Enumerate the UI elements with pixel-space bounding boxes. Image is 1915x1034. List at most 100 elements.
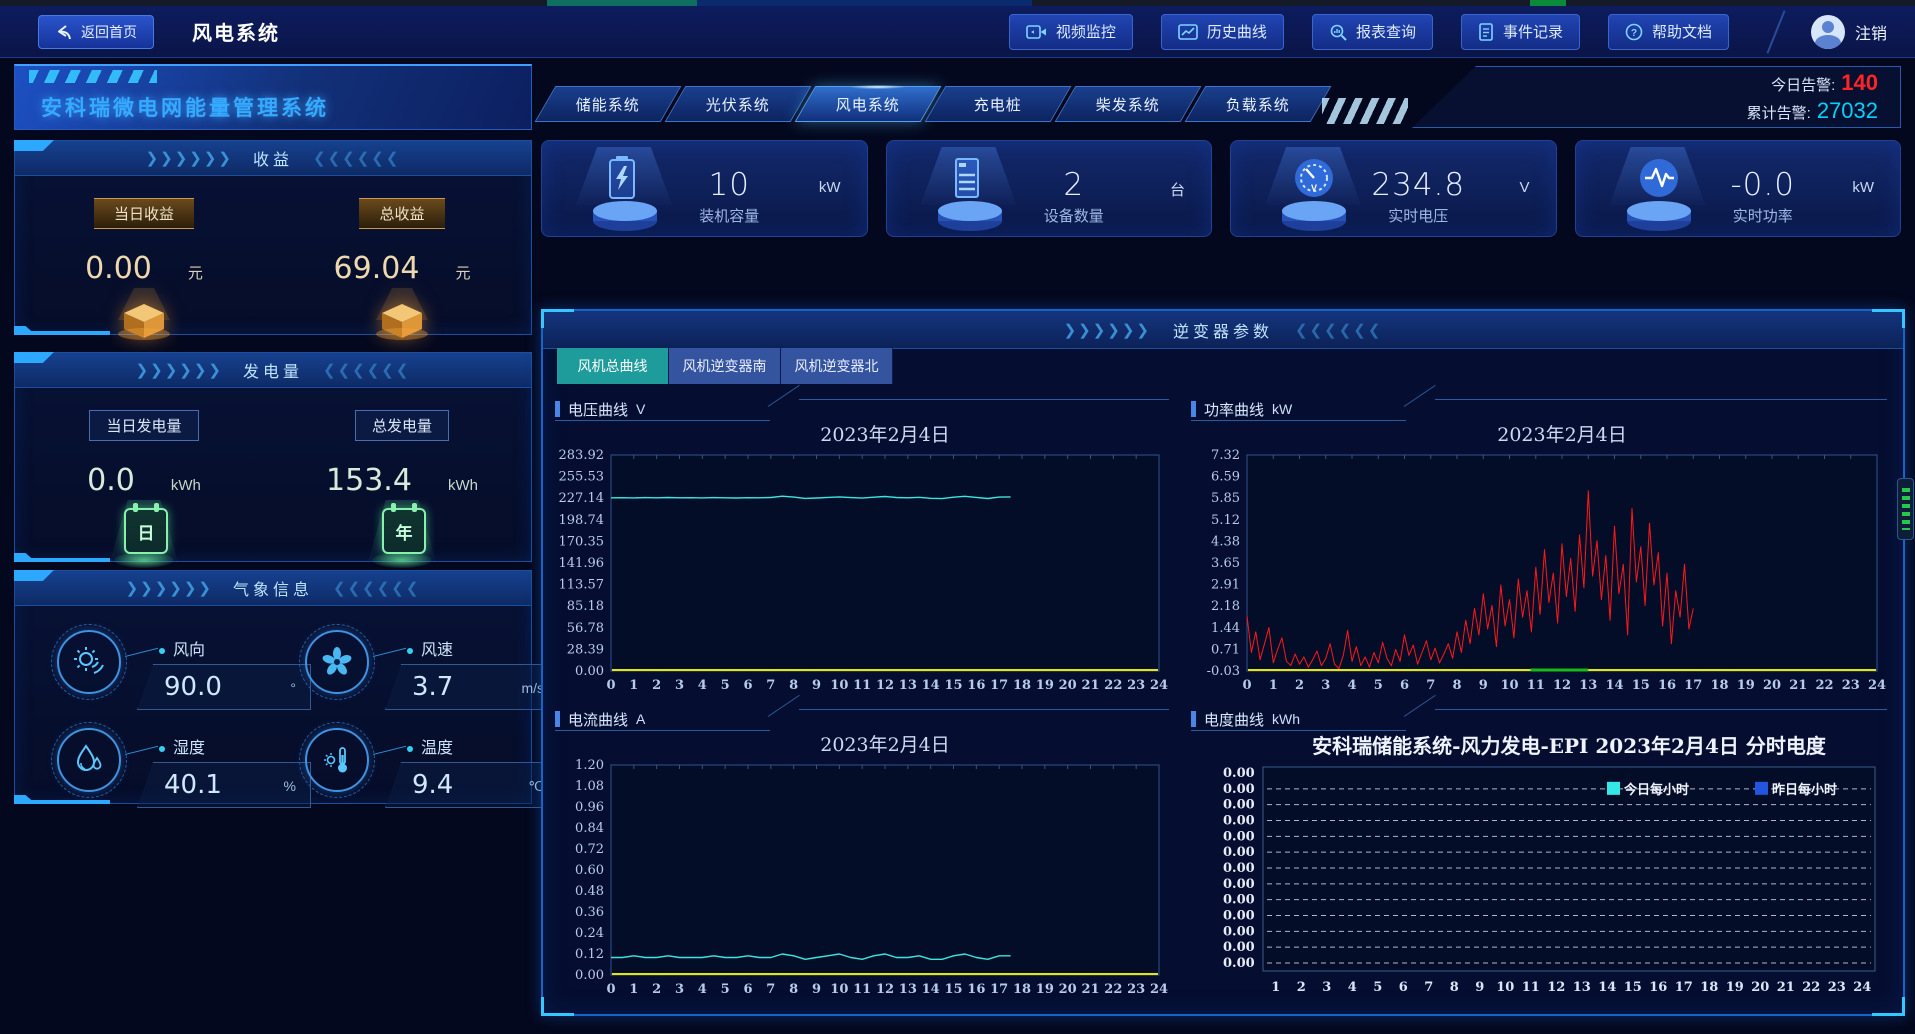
wind-speed-valuebox: 3.7 m/s xyxy=(385,664,559,710)
tab-charging-pile[interactable]: 充电桩 xyxy=(925,86,1072,122)
user-avatar[interactable] xyxy=(1811,15,1845,49)
svg-text:15: 15 xyxy=(944,982,962,997)
device-count-label: 设备数量 xyxy=(1027,205,1122,226)
icon-pedestal xyxy=(590,199,660,238)
svg-text:22: 22 xyxy=(1104,982,1122,997)
scrollbar-widget[interactable] xyxy=(1897,478,1914,540)
event-log-button[interactable]: 事件记录 xyxy=(1461,14,1580,50)
history-curve-label: 历史曲线 xyxy=(1207,21,1267,42)
svg-text:13: 13 xyxy=(1573,980,1591,995)
arrows-right-icon: ❯❯❯❯❯❯ xyxy=(1064,321,1151,339)
svg-text:17: 17 xyxy=(1684,678,1702,693)
svg-text:0: 0 xyxy=(1242,678,1251,693)
svg-text:0.00: 0.00 xyxy=(1223,845,1255,860)
svg-text:9: 9 xyxy=(812,678,821,693)
svg-text:0.00: 0.00 xyxy=(1223,940,1255,955)
svg-text:12: 12 xyxy=(876,982,894,997)
svg-text:5.85: 5.85 xyxy=(1211,491,1240,506)
svg-text:18: 18 xyxy=(1710,678,1728,693)
svg-text:0.60: 0.60 xyxy=(575,863,604,878)
svg-text:14: 14 xyxy=(1605,678,1623,693)
tab-wind-system[interactable]: 风电系统 xyxy=(795,86,942,122)
svg-text:2023年2月4日: 2023年2月4日 xyxy=(1497,424,1627,446)
tab-turbine-total-curve[interactable]: 风机总曲线 xyxy=(557,348,669,384)
svg-text:5: 5 xyxy=(721,982,730,997)
daily-generation-unit: kWh xyxy=(171,477,201,494)
daily-generation-value: 0.0 xyxy=(87,463,135,498)
svg-text:14: 14 xyxy=(1598,980,1616,995)
tab-turbine-inverter-north[interactable]: 风机逆变器北 xyxy=(781,348,893,384)
help-doc-label: 帮助文档 xyxy=(1652,21,1712,42)
tab-turbine-inverter-south[interactable]: 风机逆变器南 xyxy=(669,348,781,384)
svg-text:0.00: 0.00 xyxy=(1223,766,1255,781)
svg-text:283.92: 283.92 xyxy=(559,448,605,463)
video-icon xyxy=(1026,24,1047,40)
arrows-left-icon: ❮❮❮❮❮❮ xyxy=(313,149,400,167)
svg-text:7: 7 xyxy=(1424,980,1433,995)
generation-panel-header: ❯❯❯❯❯❯ 发电量 ❮❮❮❮❮❮ xyxy=(15,353,531,388)
navbar-divider xyxy=(1766,10,1785,53)
total-generation-label: 总发电量 xyxy=(355,410,449,441)
svg-text:8: 8 xyxy=(1450,980,1459,995)
voltage-value: 234.8 xyxy=(1371,167,1466,203)
svg-text:14: 14 xyxy=(922,678,940,693)
svg-text:3.65: 3.65 xyxy=(1211,556,1240,571)
wind-direction-label: 风向 xyxy=(173,636,205,660)
svg-text:4: 4 xyxy=(1348,980,1357,995)
icon-pedestal xyxy=(1624,199,1694,238)
voltage-chart-tag: 电压曲线 V xyxy=(555,397,1173,421)
tab-storage-system[interactable]: 储能系统 xyxy=(535,86,682,122)
svg-text:今日每小时: 今日每小时 xyxy=(1623,782,1689,798)
power-label: 实时功率 xyxy=(1716,205,1811,226)
wind-power-dashboard: { "topbar": { "back_label": "返回首页", "tit… xyxy=(0,0,1915,1034)
tab-diesel-system[interactable]: 柴发系统 xyxy=(1055,86,1202,122)
svg-text:24: 24 xyxy=(1150,982,1168,997)
svg-text:0.48: 0.48 xyxy=(575,884,604,899)
weather-panel-title: 气象信息 xyxy=(233,576,313,600)
svg-text:安科瑞储能系统-风力发电-EPI 2023年2月4日 分时电: 安科瑞储能系统-风力发电-EPI 2023年2月4日 分时电度 xyxy=(1312,734,1827,758)
svg-text:?: ? xyxy=(1631,28,1637,39)
svg-text:10: 10 xyxy=(830,678,848,693)
svg-text:7.32: 7.32 xyxy=(1211,448,1240,463)
weather-panel-header: ❯❯❯❯❯❯ 气象信息 ❮❮❮❮❮❮ xyxy=(15,571,531,606)
svg-text:V: V xyxy=(1311,183,1317,193)
svg-text:16: 16 xyxy=(967,982,985,997)
svg-text:5: 5 xyxy=(721,678,730,693)
svg-text:10: 10 xyxy=(1496,980,1514,995)
event-log-icon xyxy=(1478,23,1494,41)
help-doc-button[interactable]: ? 帮助文档 xyxy=(1608,14,1729,50)
total-income-unit: 元 xyxy=(455,262,470,283)
video-monitor-button[interactable]: 视频监控 xyxy=(1009,14,1133,50)
logout-button[interactable]: 注销 xyxy=(1855,20,1887,44)
svg-text:15: 15 xyxy=(1624,980,1642,995)
svg-text:28.39: 28.39 xyxy=(567,642,604,657)
power-chart-tag: 功率曲线 kW xyxy=(1191,397,1891,421)
svg-text:2023年2月4日: 2023年2月4日 xyxy=(820,424,950,446)
svg-text:23: 23 xyxy=(1842,678,1860,693)
stat-card-voltage: V 234.8 V 实时电压 xyxy=(1230,140,1557,237)
svg-text:85.18: 85.18 xyxy=(567,599,604,614)
today-alarm-value: 140 xyxy=(1841,70,1878,96)
history-curve-button[interactable]: 历史曲线 xyxy=(1161,14,1284,50)
connector-line xyxy=(373,646,415,660)
voltage-chart: 电压曲线 V 2023年2月4日283.92255.53227.14198.74… xyxy=(555,397,1173,699)
svg-text:0.00: 0.00 xyxy=(1223,782,1255,797)
svg-text:0.84: 0.84 xyxy=(575,821,604,836)
generation-panel-title: 发电量 xyxy=(243,358,303,382)
arrows-left-icon: ❮❮❮❮❮❮ xyxy=(323,361,410,379)
tab-pv-system[interactable]: 光伏系统 xyxy=(665,86,812,122)
temperature-label: 温度 xyxy=(421,734,453,758)
back-home-button[interactable]: 返回首页 xyxy=(38,15,154,49)
svg-text:12: 12 xyxy=(876,678,894,693)
svg-text:19: 19 xyxy=(1036,678,1054,693)
tab-load-system[interactable]: 负载系统 xyxy=(1185,86,1332,122)
video-monitor-label: 视频监控 xyxy=(1056,21,1116,42)
svg-text:24: 24 xyxy=(1868,678,1886,693)
svg-text:0.00: 0.00 xyxy=(1223,909,1255,924)
report-query-button[interactable]: 报表查询 xyxy=(1312,14,1433,50)
svg-text:14: 14 xyxy=(922,982,940,997)
svg-text:2: 2 xyxy=(1295,678,1304,693)
svg-text:24: 24 xyxy=(1150,678,1168,693)
svg-text:113.57: 113.57 xyxy=(559,578,605,593)
hazard-stripes xyxy=(29,70,157,83)
